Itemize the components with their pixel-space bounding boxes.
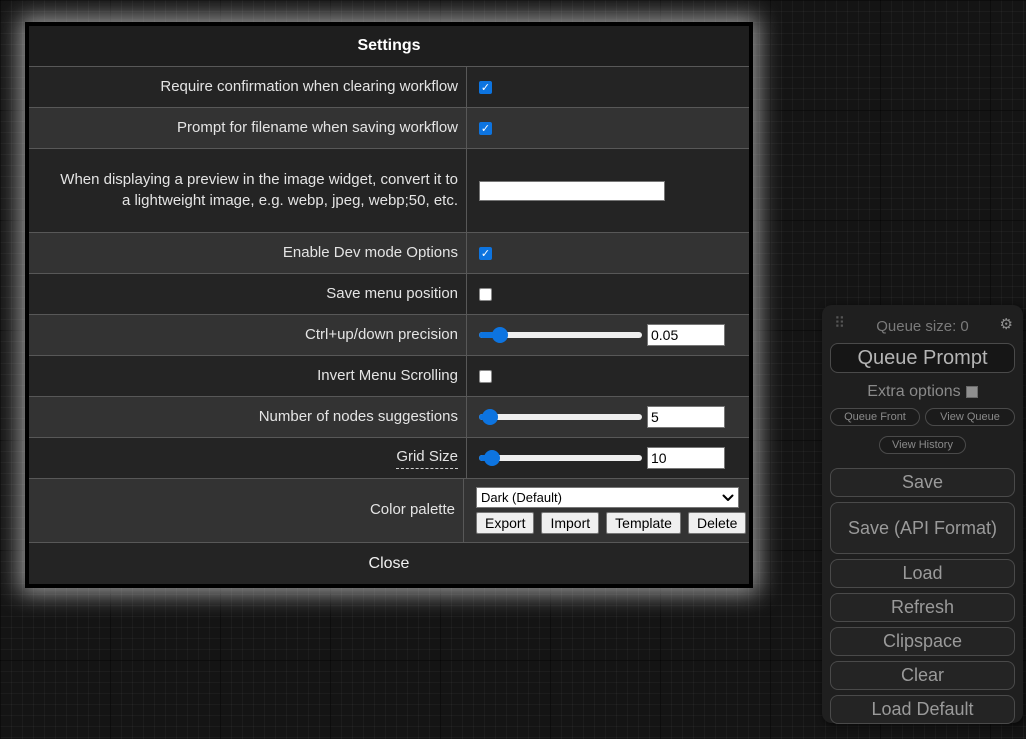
- slider-thumb[interactable]: [484, 450, 500, 466]
- ctrl-precision-value-input[interactable]: [647, 324, 725, 346]
- queue-size-label: Queue size: 0: [876, 318, 969, 335]
- comfy-menu-panel: ⠿ Queue size: 0 ⚙ Queue Prompt Extra opt…: [822, 305, 1023, 723]
- load-button[interactable]: Load: [830, 559, 1015, 588]
- setting-row-ctrl-precision: Ctrl+up/down precision: [29, 314, 749, 355]
- clipspace-button[interactable]: Clipspace: [830, 627, 1015, 656]
- close-button[interactable]: Close: [29, 542, 749, 584]
- slider-fill: [479, 414, 490, 420]
- queue-prompt-button[interactable]: Queue Prompt: [830, 343, 1015, 373]
- slider-fill: [479, 455, 492, 461]
- setting-label: Save menu position: [29, 274, 466, 314]
- confirm-clear-checkbox[interactable]: [479, 81, 492, 94]
- setting-row-invert-scrolling: Invert Menu Scrolling: [29, 355, 749, 396]
- slider-thumb[interactable]: [492, 327, 508, 343]
- setting-label: Enable Dev mode Options: [29, 233, 466, 273]
- color-palette-select[interactable]: Dark (Default): [476, 487, 739, 508]
- grid-size-slider[interactable]: [479, 450, 642, 466]
- node-suggestions-slider[interactable]: [479, 409, 642, 425]
- save-api-format-button[interactable]: Save (API Format): [830, 502, 1015, 554]
- slider-track: [479, 455, 642, 461]
- setting-row-preview-format: When displaying a preview in the image w…: [29, 148, 749, 232]
- node-suggestions-value-input[interactable]: [647, 406, 725, 428]
- template-button[interactable]: Template: [606, 512, 681, 534]
- gear-icon[interactable]: ⚙: [1000, 315, 1013, 333]
- view-queue-button[interactable]: View Queue: [925, 408, 1015, 426]
- setting-row-node-suggestions: Number of nodes suggestions: [29, 396, 749, 437]
- slider-fill: [479, 332, 500, 338]
- chevron-down-icon: [722, 494, 734, 502]
- extra-options-label: Extra options: [867, 383, 960, 401]
- delete-button[interactable]: Delete: [688, 512, 746, 534]
- setting-row-grid-size: Grid Size: [29, 437, 749, 478]
- setting-label: Ctrl+up/down precision: [29, 315, 466, 355]
- export-button[interactable]: Export: [476, 512, 534, 534]
- clear-button[interactable]: Clear: [830, 661, 1015, 690]
- setting-label: Require confirmation when clearing workf…: [29, 67, 466, 107]
- settings-dialog: Settings Require confirmation when clear…: [25, 22, 753, 588]
- save-menu-position-checkbox[interactable]: [479, 288, 492, 301]
- setting-row-color-palette: Color palette Dark (Default) Export Impo…: [29, 478, 749, 542]
- setting-row-confirm-clear: Require confirmation when clearing workf…: [29, 66, 749, 107]
- extra-options-checkbox[interactable]: [966, 386, 978, 398]
- setting-row-save-menu-position: Save menu position: [29, 273, 749, 314]
- grid-size-label: Grid Size: [396, 447, 458, 469]
- setting-row-dev-mode: Enable Dev mode Options: [29, 232, 749, 273]
- load-default-button[interactable]: Load Default: [830, 695, 1015, 724]
- dialog-title: Settings: [29, 26, 749, 66]
- preview-format-input[interactable]: [479, 181, 665, 201]
- import-button[interactable]: Import: [541, 512, 599, 534]
- slider-track: [479, 414, 642, 420]
- setting-row-prompt-filename: Prompt for filename when saving workflow: [29, 107, 749, 148]
- slider-thumb[interactable]: [482, 409, 498, 425]
- ctrl-precision-slider[interactable]: [479, 327, 642, 343]
- view-history-button[interactable]: View History: [879, 436, 966, 454]
- setting-label: When displaying a preview in the image w…: [29, 149, 466, 232]
- prompt-filename-checkbox[interactable]: [479, 122, 492, 135]
- grid-size-value-input[interactable]: [647, 447, 725, 469]
- drag-handle-icon[interactable]: ⠿: [834, 316, 845, 331]
- selected-palette: Dark (Default): [481, 490, 722, 505]
- queue-front-button[interactable]: Queue Front: [830, 408, 920, 426]
- setting-label: Prompt for filename when saving workflow: [29, 108, 466, 148]
- save-button[interactable]: Save: [830, 468, 1015, 497]
- dev-mode-checkbox[interactable]: [479, 247, 492, 260]
- invert-scrolling-checkbox[interactable]: [479, 370, 492, 383]
- setting-label: Color palette: [29, 479, 463, 542]
- refresh-button[interactable]: Refresh: [830, 593, 1015, 622]
- setting-label: Invert Menu Scrolling: [29, 356, 466, 396]
- setting-label: Number of nodes suggestions: [29, 397, 466, 437]
